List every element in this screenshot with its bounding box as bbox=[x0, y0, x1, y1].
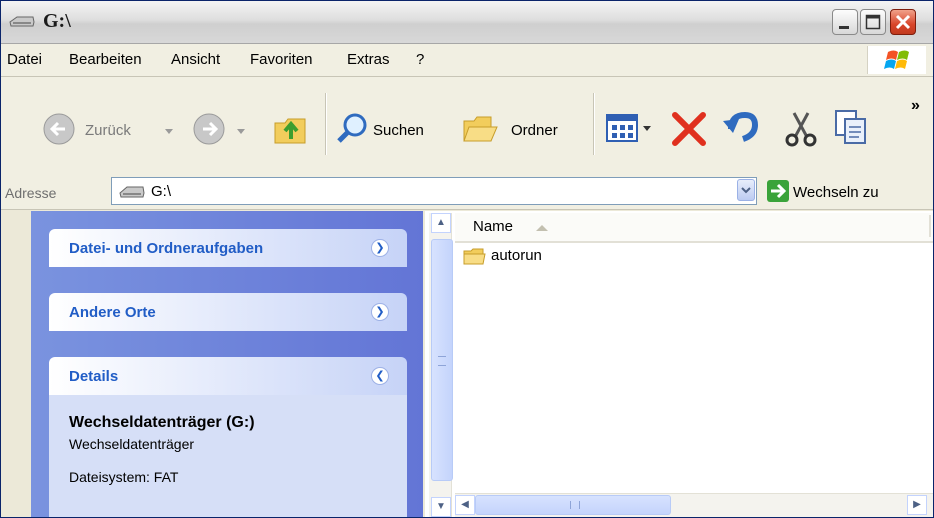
go-button[interactable] bbox=[767, 180, 789, 202]
chevron-down-icon bbox=[741, 187, 751, 194]
menu-favoriten[interactable]: Favoriten bbox=[250, 51, 313, 68]
cut-icon[interactable] bbox=[781, 109, 821, 149]
drive-icon bbox=[119, 186, 145, 198]
item-name: autorun bbox=[491, 247, 542, 264]
chevron-double-down-icon[interactable]: ❯ bbox=[371, 239, 389, 257]
column-header-name[interactable]: Name bbox=[473, 218, 513, 235]
grip-icon bbox=[438, 356, 446, 366]
scroll-up-button[interactable]: ▲ bbox=[431, 213, 451, 233]
horizontal-scroll-thumb[interactable] bbox=[475, 495, 671, 515]
back-label: Zurück bbox=[85, 122, 131, 139]
back-button[interactable]: Zurück bbox=[39, 109, 179, 149]
explorer-window: G:\ Datei Bearbeiten Ansicht Favoriten E… bbox=[0, 0, 934, 518]
windows-flag-icon bbox=[884, 50, 909, 69]
sort-ascending-icon bbox=[536, 225, 548, 231]
folder-icon bbox=[463, 248, 486, 265]
views-icon[interactable] bbox=[605, 111, 661, 147]
chevron-double-down-icon[interactable]: ❯ bbox=[371, 303, 389, 321]
search-label: Suchen bbox=[373, 122, 424, 139]
address-value[interactable]: G:\ bbox=[151, 183, 171, 200]
maximize-icon bbox=[865, 14, 881, 30]
vertical-scroll-thumb[interactable] bbox=[431, 239, 453, 481]
taskpane-section-title[interactable]: Andere Orte bbox=[69, 304, 156, 321]
minimize-icon bbox=[839, 26, 849, 29]
back-icon bbox=[43, 113, 75, 145]
address-dropdown-button[interactable] bbox=[737, 179, 755, 201]
search-button[interactable]: Suchen bbox=[335, 109, 459, 149]
folders-label: Ordner bbox=[511, 122, 558, 139]
delete-icon[interactable] bbox=[669, 109, 709, 149]
column-divider[interactable] bbox=[929, 215, 931, 237]
menu-help[interactable]: ? bbox=[416, 51, 424, 68]
scroll-down-button[interactable]: ▼ bbox=[431, 497, 451, 517]
list-item[interactable]: autorun bbox=[463, 247, 583, 267]
close-button[interactable] bbox=[890, 9, 916, 35]
address-label: Adresse bbox=[5, 185, 57, 201]
forward-icon bbox=[193, 113, 225, 145]
taskpane-section-title[interactable]: Details bbox=[69, 368, 118, 385]
details-name: Wechseldatenträger (G:) bbox=[69, 414, 255, 431]
minimize-button[interactable] bbox=[832, 9, 858, 35]
go-arrow-icon bbox=[771, 183, 787, 199]
maximize-button[interactable] bbox=[860, 9, 886, 35]
scroll-right-button[interactable]: ▶ bbox=[907, 495, 927, 515]
up-folder-icon[interactable] bbox=[271, 109, 311, 149]
toolbar-overflow-button[interactable]: » bbox=[911, 97, 920, 115]
toolbar-separator bbox=[325, 93, 327, 155]
folders-button[interactable]: Ordner bbox=[461, 109, 581, 149]
column-header-row bbox=[455, 213, 933, 243]
menu-bar: Datei Bearbeiten Ansicht Favoriten Extra… bbox=[1, 44, 933, 77]
address-input[interactable] bbox=[111, 177, 757, 205]
copy-icon[interactable] bbox=[831, 107, 871, 147]
back-dropdown-icon[interactable] bbox=[163, 125, 175, 137]
menu-datei[interactable]: Datei bbox=[7, 51, 42, 68]
toolbar-separator bbox=[593, 93, 595, 155]
search-icon bbox=[337, 113, 367, 143]
drive-icon bbox=[9, 16, 35, 27]
windows-logo bbox=[867, 46, 926, 74]
details-filesystem: Dateisystem: FAT bbox=[69, 469, 179, 485]
menu-extras[interactable]: Extras bbox=[347, 51, 390, 68]
undo-icon[interactable] bbox=[721, 107, 761, 147]
close-icon bbox=[895, 14, 911, 30]
taskpane-section-title[interactable]: Datei- und Ordneraufgaben bbox=[69, 240, 263, 257]
forward-button[interactable] bbox=[191, 109, 253, 149]
title-bar[interactable]: G:\ bbox=[1, 1, 933, 44]
window-title: G:\ bbox=[43, 10, 71, 32]
grip-icon bbox=[570, 501, 580, 509]
scroll-left-button[interactable]: ◀ bbox=[455, 495, 475, 515]
chevron-double-up-icon[interactable]: ❮ bbox=[371, 367, 389, 385]
go-label[interactable]: Wechseln zu bbox=[793, 184, 879, 201]
folders-icon bbox=[463, 116, 498, 142]
menu-ansicht[interactable]: Ansicht bbox=[171, 51, 220, 68]
forward-dropdown-icon[interactable] bbox=[235, 125, 247, 137]
details-type: Wechseldatenträger bbox=[69, 436, 195, 452]
menu-bearbeiten[interactable]: Bearbeiten bbox=[69, 51, 142, 68]
